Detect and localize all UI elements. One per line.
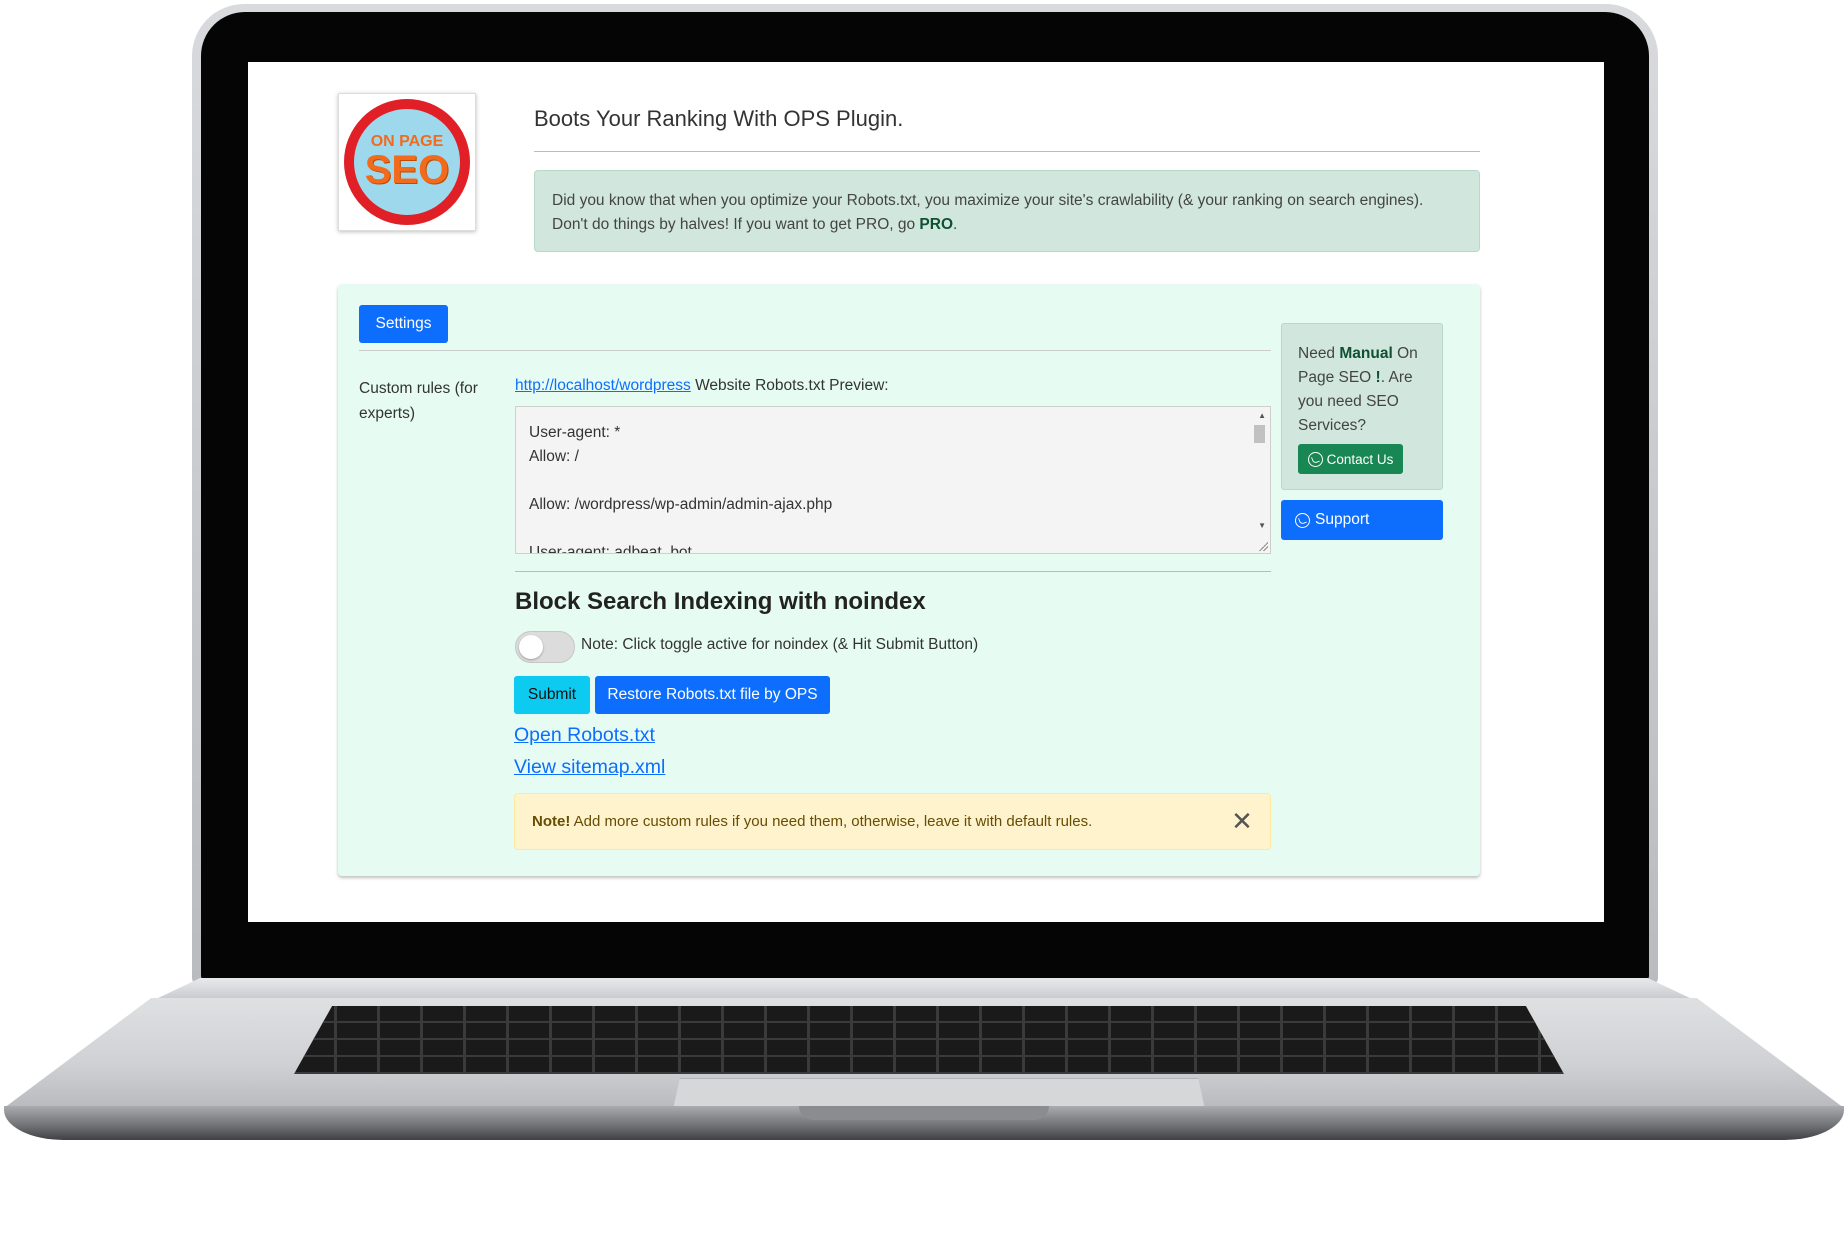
note-text: Note! Add more custom rules if you need … bbox=[532, 813, 1092, 830]
base-hinge bbox=[154, 978, 1694, 1000]
custom-rules-label: Custom rules (for experts) bbox=[359, 380, 478, 422]
pro-link[interactable]: PRO bbox=[919, 216, 953, 233]
info-alert-suffix: . bbox=[953, 216, 958, 233]
laptop-screen: ON PAGE SEO Boots Your Ranking With OPS … bbox=[248, 62, 1604, 922]
service-prefix: Need bbox=[1298, 345, 1340, 362]
close-icon[interactable]: ✕ bbox=[1228, 807, 1256, 835]
contact-us-button[interactable]: Contact Us bbox=[1298, 444, 1403, 474]
whatsapp-icon bbox=[1307, 451, 1323, 467]
plugin-page: ON PAGE SEO Boots Your Ranking With OPS … bbox=[248, 62, 1604, 922]
toggle-knob bbox=[519, 635, 543, 659]
base-deck bbox=[4, 998, 1844, 1108]
noindex-heading: Block Search Indexing with noindex bbox=[515, 588, 926, 615]
pro-info-alert: Did you know that when you optimize your… bbox=[534, 170, 1480, 252]
note-bold: Note! bbox=[532, 813, 571, 830]
preview-caption-text: Website Robots.txt Preview: bbox=[690, 377, 889, 394]
scroll-down-icon[interactable]: ▼ bbox=[1258, 521, 1266, 530]
note-alert: Note! Add more custom rules if you need … bbox=[514, 793, 1271, 850]
restore-robots-button[interactable]: Restore Robots.txt file by OPS bbox=[595, 676, 830, 714]
info-alert-line2: Don't do things by halves! If you want t… bbox=[552, 213, 1462, 237]
scrollbar-thumb[interactable] bbox=[1254, 425, 1265, 443]
section-divider bbox=[515, 571, 1271, 572]
open-robots-link[interactable]: Open Robots.txt bbox=[514, 724, 655, 747]
site-url-link[interactable]: http://localhost/wordpress bbox=[515, 377, 691, 394]
info-alert-line1: Did you know that when you optimize your… bbox=[552, 192, 1424, 209]
note-message: Add more custom rules if you need them, … bbox=[570, 813, 1093, 830]
page-title: Boots Your Ranking With OPS Plugin. bbox=[534, 106, 904, 131]
tab-settings[interactable]: Settings bbox=[359, 305, 448, 343]
tab-divider bbox=[359, 350, 1271, 351]
toggle-note: Note: Click toggle active for noindex (&… bbox=[581, 636, 979, 653]
logo-badge: ON PAGE SEO bbox=[344, 99, 470, 225]
settings-card: Settings Custom rules (for experts) http… bbox=[338, 284, 1480, 876]
view-sitemap-link[interactable]: View sitemap.xml bbox=[514, 756, 665, 779]
preview-caption: http://localhost/wordpress Website Robot… bbox=[515, 377, 889, 395]
robots-textarea[interactable]: User-agent: * Allow: / Allow: /wordpress… bbox=[515, 406, 1271, 554]
title-divider bbox=[534, 151, 1480, 152]
plugin-logo: ON PAGE SEO bbox=[338, 93, 476, 231]
contact-us-label: Contact Us bbox=[1326, 451, 1394, 467]
support-label: Support bbox=[1315, 511, 1370, 528]
service-text: Need Manual On Page SEO !. Are you need … bbox=[1298, 342, 1433, 438]
whatsapp-icon bbox=[1295, 512, 1310, 528]
service-bold: Manual bbox=[1339, 345, 1393, 362]
submit-button[interactable]: Submit bbox=[514, 676, 590, 714]
resize-handle-icon[interactable] bbox=[1258, 541, 1268, 551]
info-alert-prefix: Don't do things by halves! If you want t… bbox=[552, 216, 920, 233]
logo-line2: SEO bbox=[364, 148, 450, 192]
keyboard bbox=[294, 1006, 1564, 1074]
support-button[interactable]: Support bbox=[1281, 500, 1443, 540]
noindex-toggle[interactable] bbox=[515, 631, 575, 663]
laptop-base bbox=[4, 978, 1844, 1140]
seo-service-box: Need Manual On Page SEO !. Are you need … bbox=[1281, 323, 1443, 490]
robots-content: User-agent: * Allow: / Allow: /wordpress… bbox=[529, 424, 833, 554]
opening-notch bbox=[799, 1106, 1049, 1120]
scroll-up-icon[interactable]: ▲ bbox=[1258, 411, 1266, 420]
